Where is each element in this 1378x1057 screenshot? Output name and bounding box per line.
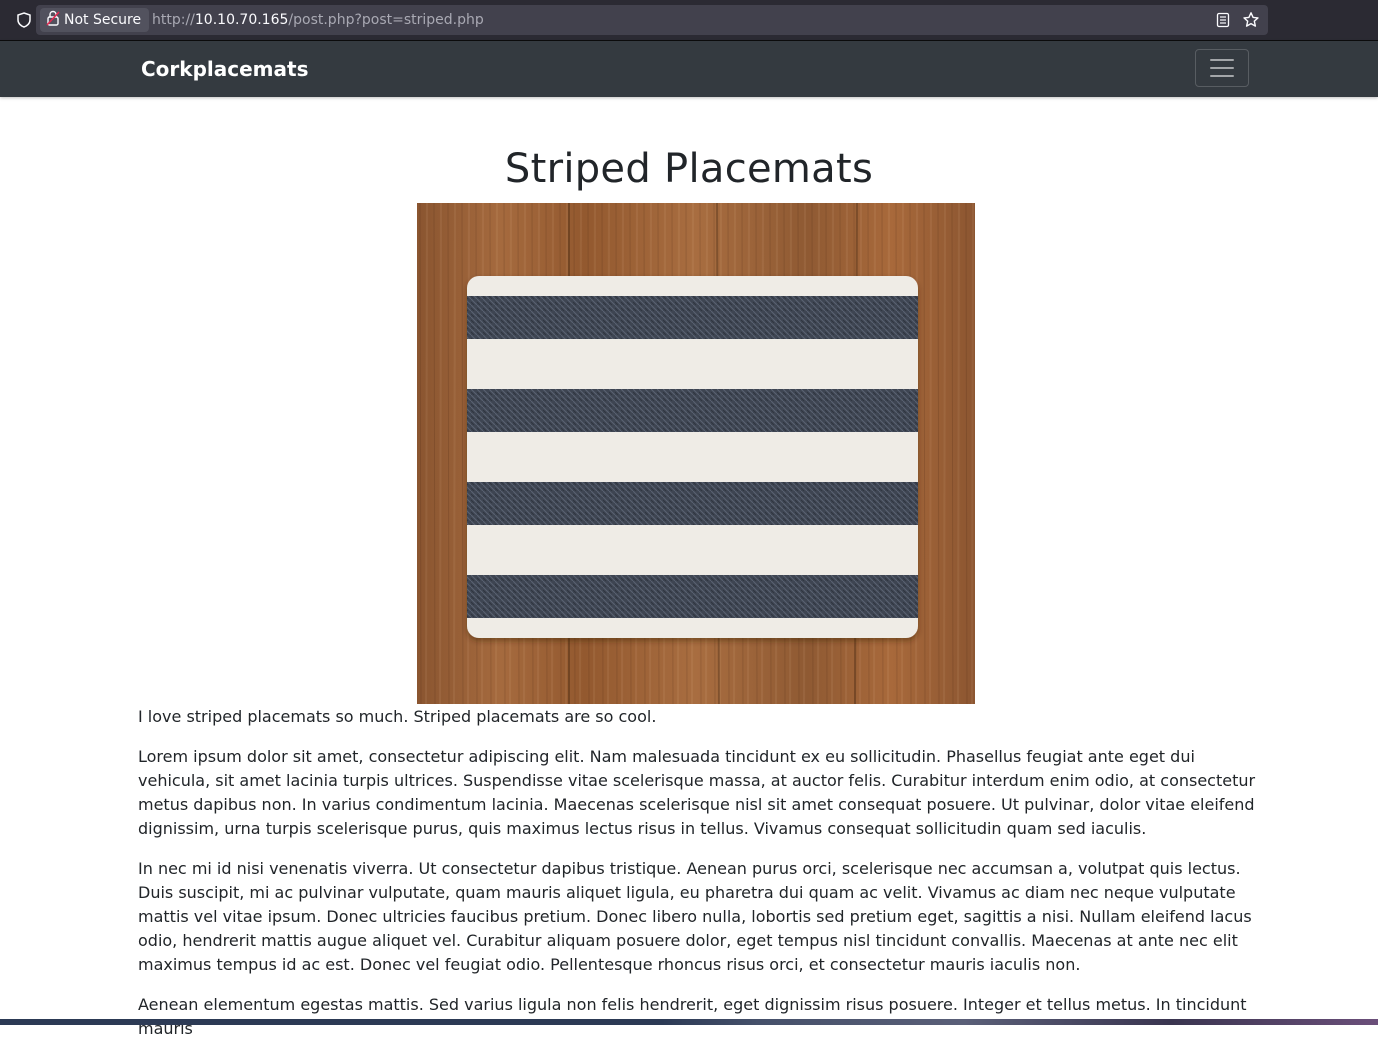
post-image xyxy=(417,202,975,705)
site-navbar: Corkplacemats xyxy=(0,41,1378,97)
brand-link[interactable]: Corkplacemats xyxy=(141,41,308,97)
security-indicator[interactable]: Not Secure xyxy=(40,8,150,32)
bottom-edge xyxy=(0,1019,1378,1025)
post-paragraph: Aenean elementum egestas mattis. Sed var… xyxy=(138,995,1247,1038)
post-content: I love striped placemats so much. Stripe… xyxy=(138,705,1260,1057)
security-label: Not Secure xyxy=(64,12,142,28)
post-title: Striped Placemats xyxy=(504,146,874,192)
url-bar[interactable]: Not Secure http://10.10.70.165/post.php?… xyxy=(36,5,1268,35)
reader-view-icon[interactable] xyxy=(1214,11,1232,29)
bookmark-star-icon[interactable] xyxy=(1242,11,1260,29)
url-path: /post.php?post=striped.php xyxy=(288,12,484,28)
post-intro: I love striped placemats so much. Stripe… xyxy=(138,707,657,726)
insecure-lock-icon xyxy=(46,10,60,30)
post-paragraph: In nec mi id nisi venenatis viverra. Ut … xyxy=(138,859,1252,974)
shield-icon[interactable] xyxy=(12,8,36,32)
url-text[interactable]: http://10.10.70.165/post.php?post=stripe… xyxy=(152,5,484,35)
hamburger-menu-icon xyxy=(1210,59,1234,77)
browser-toolbar: Not Secure http://10.10.70.165/post.php?… xyxy=(0,0,1378,41)
url-prefix: http:// xyxy=(152,12,195,28)
navbar-toggler-button[interactable] xyxy=(1195,49,1249,87)
post-paragraph: Lorem ipsum dolor sit amet, consectetur … xyxy=(138,747,1256,838)
url-host: 10.10.70.165 xyxy=(194,12,289,28)
